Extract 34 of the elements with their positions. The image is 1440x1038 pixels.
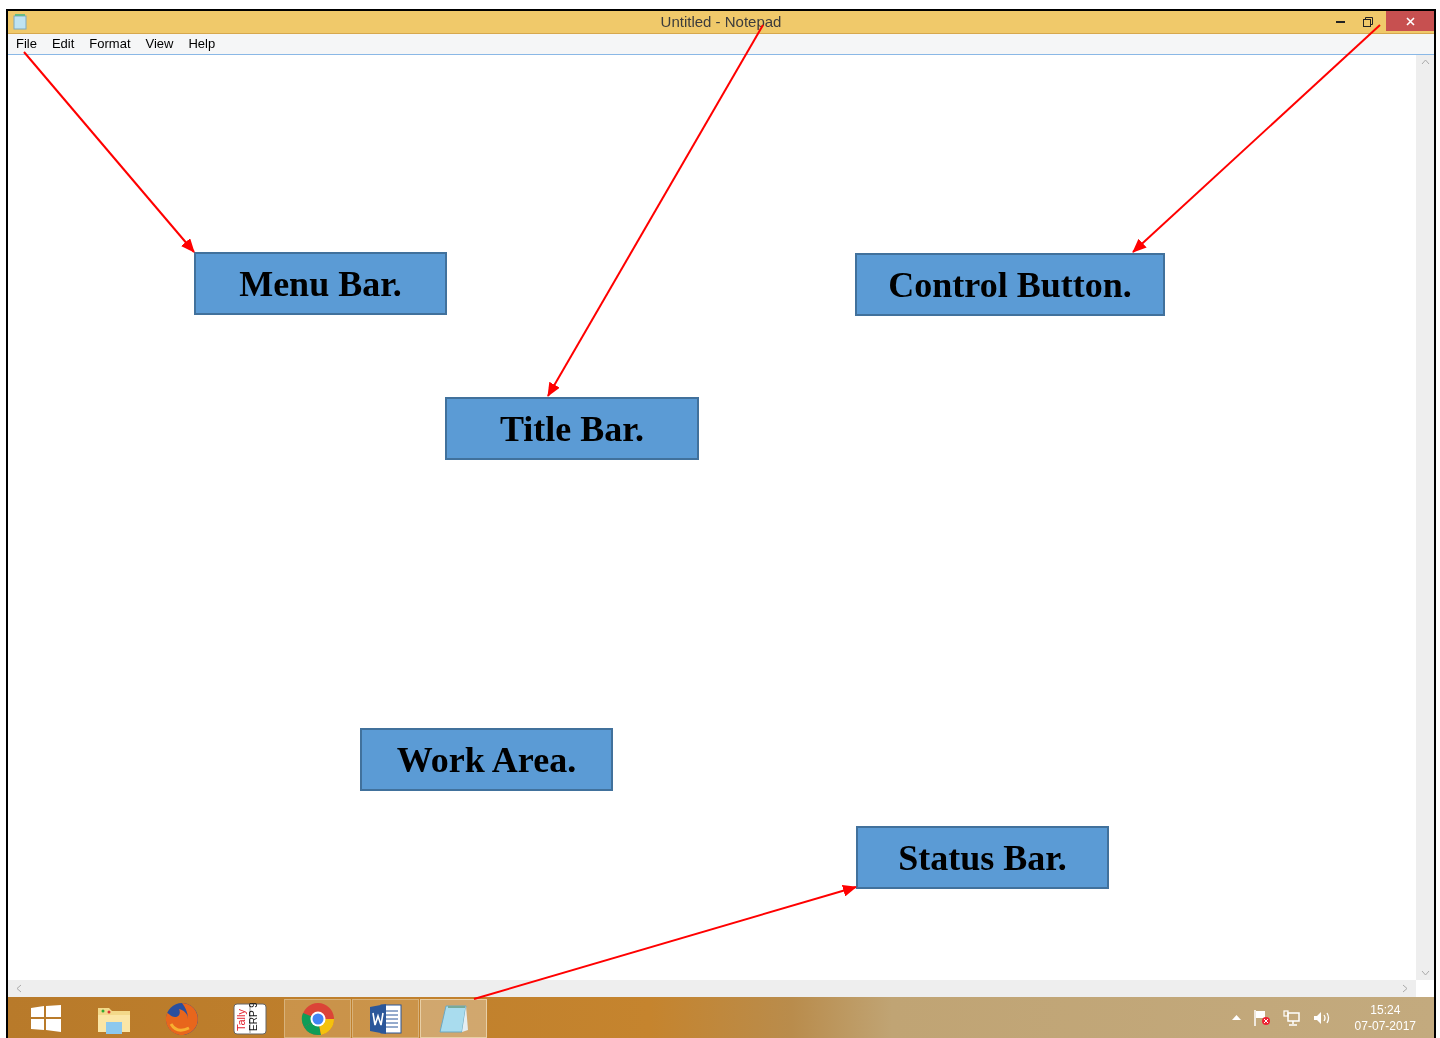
notepad-icon (13, 14, 27, 30)
show-hidden-icons-icon[interactable] (1231, 1015, 1241, 1020)
word-document-icon (368, 1002, 403, 1035)
close-icon (1405, 16, 1415, 26)
callout-label: Status Bar. (856, 826, 1109, 889)
taskbar-button[interactable] (352, 999, 419, 1038)
speaker-icon[interactable] (1312, 1010, 1331, 1025)
firefox-icon (164, 1001, 199, 1036)
callout-label: Control Button. (855, 253, 1165, 316)
scroll-left-icon (16, 984, 21, 993)
icon-label: ERP 9 (247, 1002, 259, 1031)
scroll-down-icon (1420, 971, 1430, 976)
menu-item[interactable]: View (145, 36, 174, 52)
scroll-up-icon (1420, 59, 1430, 64)
menu-item[interactable]: File (16, 36, 37, 52)
flag-icon[interactable] (1252, 1009, 1271, 1026)
taskbar-button[interactable]: Tally ERP 9 (216, 999, 283, 1038)
vertical-scrollbar[interactable] (1416, 55, 1434, 980)
windows-logo-icon (30, 1005, 61, 1032)
taskbar-button[interactable] (284, 999, 351, 1038)
icon-label: Tally (234, 1008, 247, 1031)
callout-label: Title Bar. (445, 397, 699, 460)
chrome-icon (300, 1001, 335, 1036)
minimize-icon (1335, 20, 1345, 23)
restore-icon (1363, 16, 1373, 27)
network-icon[interactable] (1282, 1009, 1301, 1026)
callout-label: Menu Bar. (194, 252, 447, 315)
horizontal-scrollbar[interactable] (8, 980, 1416, 997)
window-title: Untitled - Notepad (660, 11, 782, 32)
menu-item[interactable]: Help (188, 36, 216, 52)
menu-item[interactable]: Format (89, 36, 131, 52)
callout-label: Work Area. (360, 728, 613, 791)
scroll-right-icon (1403, 984, 1408, 993)
menu-item[interactable]: Edit (51, 36, 75, 52)
